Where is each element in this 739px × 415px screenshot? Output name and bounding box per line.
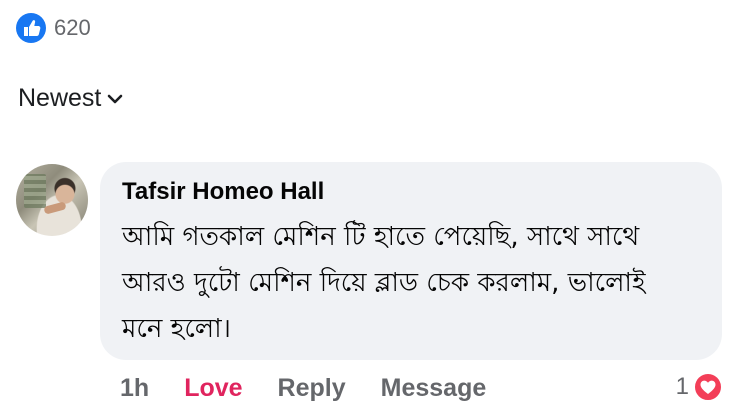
comment-actions: 1h Love Reply Message 1: [120, 372, 739, 404]
comment-bubble: Tafsir Homeo Hall আমি গতকাল মেশিন টি হাত…: [100, 162, 722, 360]
comment-author[interactable]: Tafsir Homeo Hall: [122, 176, 700, 208]
like-thumb-icon: [16, 13, 46, 43]
message-button[interactable]: Message: [381, 374, 487, 403]
comment-reaction-summary[interactable]: 1: [676, 372, 723, 402]
avatar[interactable]: [16, 164, 88, 236]
chevron-down-icon: [107, 91, 123, 107]
sort-dropdown[interactable]: Newest: [18, 84, 123, 113]
heart-icon: [693, 372, 723, 402]
comment-timestamp[interactable]: 1h: [120, 374, 149, 403]
sort-label: Newest: [18, 84, 102, 112]
like-count: 620: [54, 15, 91, 40]
love-button[interactable]: Love: [184, 374, 242, 403]
comment-reaction-count: 1: [675, 373, 689, 400]
comment-text: আমি গতকাল মেশিন টি হাতে পেয়েছি, সাথে সা…: [122, 222, 646, 344]
reaction-summary[interactable]: 620: [16, 13, 91, 43]
reply-button[interactable]: Reply: [278, 374, 346, 403]
